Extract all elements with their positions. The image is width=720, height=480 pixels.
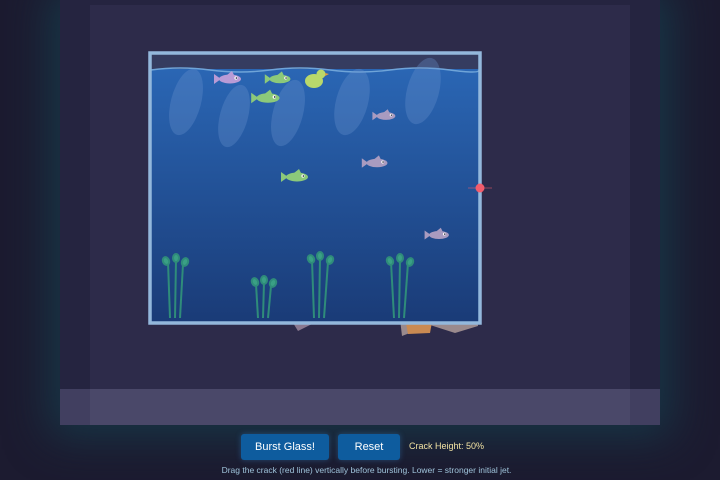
aquarium-scene [148, 51, 492, 336]
control-bar: Burst Glass! Reset Crack Height: 50% [0, 434, 720, 460]
instruction-hint: Drag the crack (red line) vertically bef… [221, 465, 512, 475]
crack-height-value: 50% [466, 441, 485, 451]
crack-height-prefix: Crack Height: [409, 441, 467, 451]
burst-glass-button[interactable]: Burst Glass! [241, 434, 329, 460]
crack-height-readout: Crack Height: 50% [409, 441, 484, 451]
reset-button[interactable]: Reset [338, 434, 400, 460]
